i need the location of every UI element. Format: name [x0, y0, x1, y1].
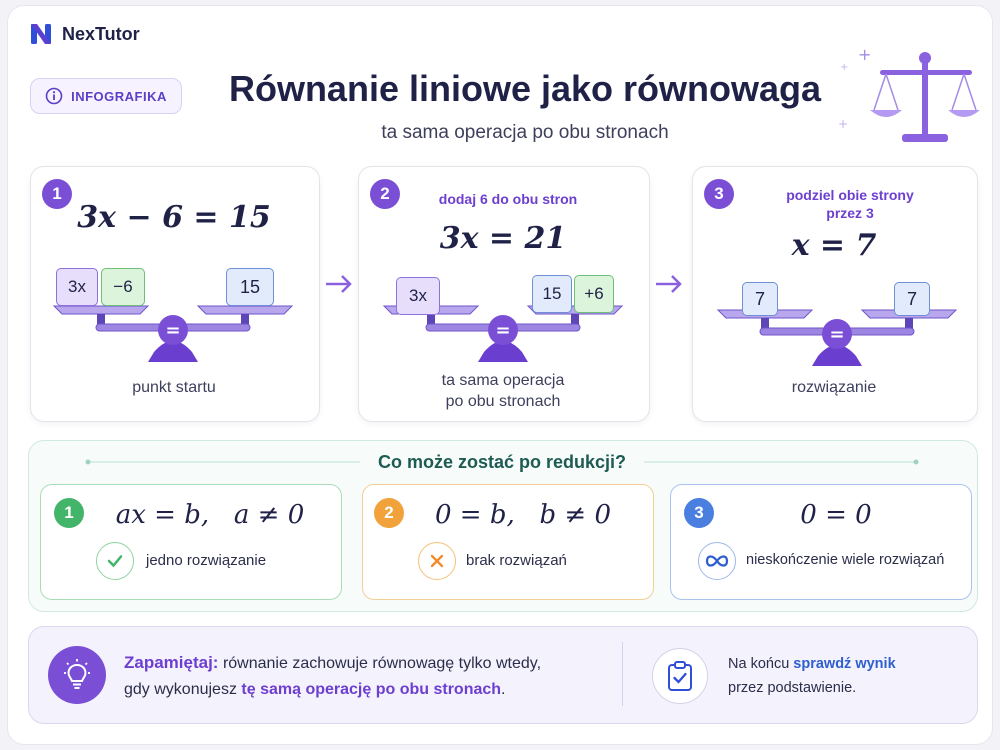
balance-equals-symbol: = — [829, 324, 844, 345]
svg-text:+: + — [840, 62, 848, 73]
option-text-1: jedno rozwiązanie — [146, 552, 267, 569]
option-equation-2: 0 = b, b ≠ 0 — [434, 500, 612, 530]
step-operation-2: dodaj 6 do obu stron — [438, 191, 578, 207]
balance-step-1: = — [52, 305, 294, 362]
option-number-2: 2 — [374, 498, 404, 528]
arrow-right-icon — [326, 275, 352, 293]
clipboard-check-icon — [652, 648, 708, 704]
reduction-title: Co może zostać po redukcji? — [377, 452, 627, 472]
checkmark-icon — [96, 542, 134, 580]
nextutor-logo-icon — [31, 24, 51, 44]
step-operation-3: podziel obie strony przez 3 — [786, 187, 914, 221]
brand-logo[interactable]: NexTutor — [30, 22, 140, 46]
option-number-3: 3 — [684, 498, 714, 528]
note-divider — [622, 642, 623, 706]
step-label-2: ta sama operacja po obu stronach — [441, 372, 565, 410]
lightbulb-icon — [48, 646, 106, 704]
page-title: Równanie liniowe jako równowaga — [228, 68, 822, 109]
option-text-3: nieskończenie wiele rozwiązań — [746, 552, 945, 568]
infinity-icon — [698, 542, 736, 580]
option-number-1: 1 — [54, 498, 84, 528]
step-label-3: rozwiązanie — [791, 379, 877, 396]
option-text-2: brak rozwiązań — [466, 552, 567, 569]
check-result-text: Na końcu sprawdź wynik przez podstawieni… — [728, 656, 896, 696]
tile: 3x — [396, 277, 440, 315]
info-icon — [45, 87, 63, 105]
svg-text:+: + — [858, 45, 871, 64]
option-equation-3: 0 = 0 — [800, 500, 872, 530]
tile: 7 — [742, 282, 778, 316]
step-number-2: 2 — [370, 179, 400, 209]
cross-icon — [418, 542, 456, 580]
balance-equals-symbol: = — [165, 320, 180, 341]
arrow-right-icon — [656, 275, 682, 293]
svg-text:+: + — [838, 117, 848, 131]
balance-scale-icon: + + + — [838, 45, 980, 142]
tile: +6 — [574, 275, 614, 313]
tile: 7 — [894, 282, 930, 316]
page-subtitle: ta sama operacja po obu stronach — [381, 122, 669, 143]
badge-label: INFOGRAFIKA — [71, 88, 167, 104]
brand-name: NexTutor — [62, 23, 140, 44]
tile: −6 — [101, 268, 145, 306]
step-equation-1: 3x − 6 = 15 — [77, 200, 271, 235]
step-equation-2: 3x = 21 — [439, 221, 567, 256]
step-equation-3: x = 7 — [791, 228, 877, 263]
tile: 3x — [56, 268, 98, 306]
remember-lead: Zapamiętaj: — [124, 653, 219, 672]
option-equation-1: ax = b, a ≠ 0 — [115, 500, 305, 530]
step-label-1: punkt startu — [132, 379, 216, 396]
remember-text: Zapamiętaj: równanie zachowuje równowagę… — [124, 653, 542, 698]
tile: 15 — [226, 268, 274, 306]
tile: 15 — [532, 275, 572, 313]
balance-equals-symbol: = — [495, 320, 510, 341]
